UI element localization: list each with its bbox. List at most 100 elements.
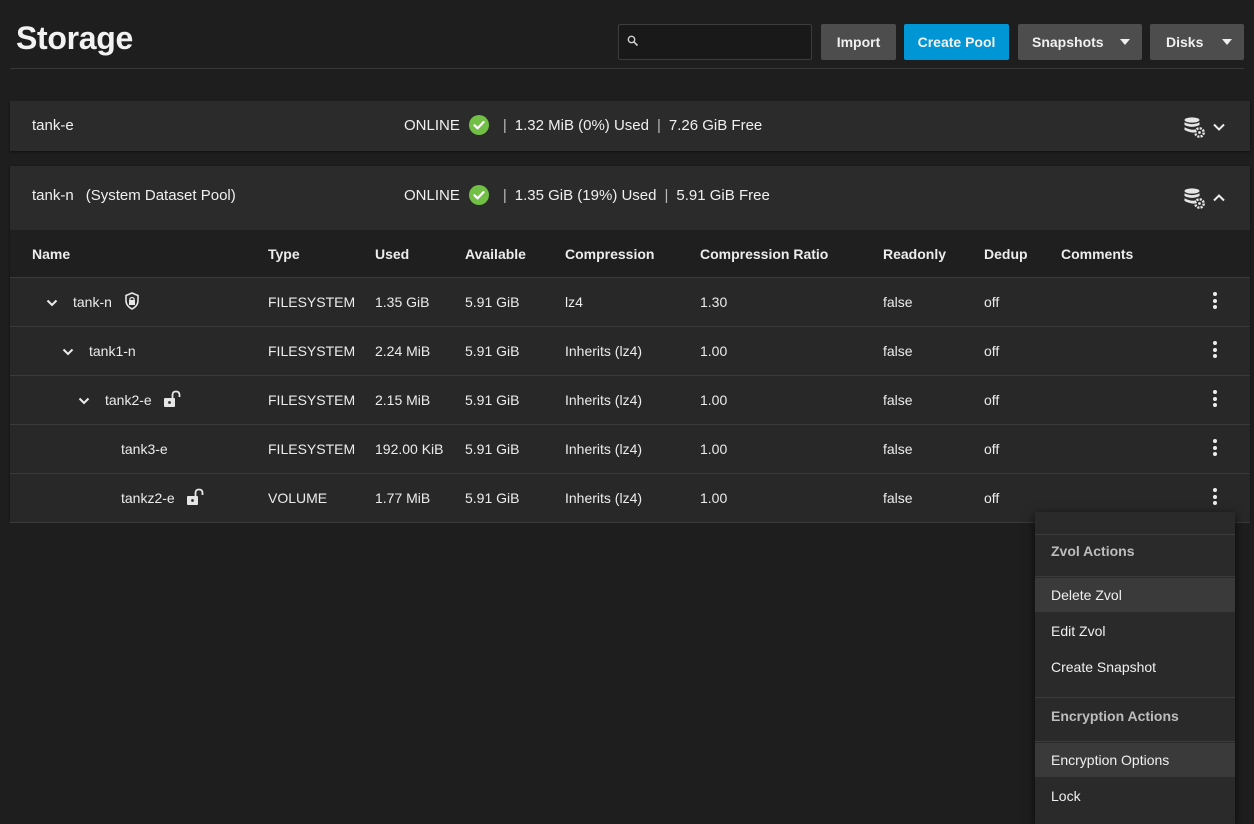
separator: | [664, 186, 669, 204]
more-vert-icon[interactable] [1208, 292, 1222, 312]
chevron-down-icon[interactable] [45, 296, 59, 310]
dataset-used: 2.15 MiB [375, 392, 431, 408]
pool-tools [1182, 186, 1228, 210]
pool-status: ONLINE | 1.32 MiB (0%) Used | 7.26 GiB F… [404, 115, 762, 135]
pool-name: tank-e [32, 117, 86, 134]
chevron-down-icon[interactable] [77, 394, 91, 408]
dataset-type: VOLUME [268, 490, 328, 506]
dataset-compression-ratio: 1.00 [700, 392, 728, 408]
table-row[interactable]: tank3-e FILESYSTEM 192.00 KiB 5.91 GiB I… [10, 425, 1250, 474]
create-pool-button-label: Create Pool [917, 34, 996, 50]
menu-item-create-snapshot[interactable]: Create Snapshot [1035, 650, 1235, 684]
pool-operations-gear-icon[interactable] [1182, 186, 1206, 210]
dataset-readonly: false [883, 294, 913, 310]
caret-down-icon [1222, 39, 1232, 45]
more-vert-icon[interactable] [1208, 341, 1222, 361]
pool-free: 5.91 GiB Free [676, 186, 770, 204]
column-header-comments[interactable]: Comments [1061, 246, 1133, 262]
table-row[interactable]: tank1-n FILESYSTEM 2.24 MiB 5.91 GiB Inh… [10, 327, 1250, 376]
unlocked-icon[interactable] [186, 488, 204, 506]
more-vert-icon[interactable] [1208, 439, 1222, 459]
dataset-available: 5.91 GiB [465, 294, 520, 310]
dataset-dedup: off [984, 343, 1000, 359]
menu-item-encryption-options[interactable]: Encryption Options [1035, 743, 1235, 777]
pool-free: 7.26 GiB Free [668, 116, 763, 134]
menu-divider [1035, 534, 1235, 535]
column-header-compression-ratio[interactable]: Compression Ratio [700, 246, 828, 262]
pool-name: tank-n (System Dataset Pool) [32, 187, 236, 204]
more-vert-icon[interactable] [1208, 488, 1222, 508]
snapshots-button-label: Snapshots [1032, 34, 1104, 50]
dataset-compression-ratio: 1.00 [700, 441, 728, 457]
snapshots-menu-button[interactable]: Snapshots [1018, 24, 1142, 60]
dataset-name: tankz2-e [121, 490, 175, 506]
dataset-used: 1.77 MiB [375, 490, 431, 506]
pool-subtitle: (System Dataset Pool) [85, 187, 236, 204]
pool-tools [1182, 115, 1228, 139]
more-vert-icon[interactable] [1208, 390, 1222, 410]
chevron-up-icon[interactable] [1210, 189, 1228, 207]
dataset-readonly: false [883, 441, 913, 457]
dataset-dedup: off [984, 441, 1000, 457]
column-header-name[interactable]: Name [32, 246, 70, 262]
table-row[interactable]: tank-n FILESYSTEM 1.35 GiB 5.91 GiB lz4 … [10, 278, 1250, 327]
pool-used: 1.32 MiB (0%) Used [514, 116, 649, 134]
pool-status-text: ONLINE [404, 116, 460, 134]
separator: | [502, 186, 507, 204]
menu-item-edit-zvol[interactable]: Edit Zvol [1035, 614, 1235, 648]
pool-used: 1.35 GiB (19%) Used [514, 186, 657, 204]
dataset-compression-ratio: 1.30 [700, 294, 728, 310]
dataset-readonly: false [883, 392, 913, 408]
unlocked-icon[interactable] [163, 390, 181, 408]
dataset-dedup: off [984, 392, 1000, 408]
dataset-compression: Inherits (lz4) [565, 490, 643, 506]
pool-name-text: tank-e [32, 117, 74, 134]
dataset-compression-ratio: 1.00 [700, 490, 728, 506]
caret-down-icon [1120, 39, 1130, 45]
search-icon [627, 35, 639, 47]
page-title: Storage [16, 20, 134, 56]
separator: | [656, 116, 661, 134]
dataset-compression: Inherits (lz4) [565, 343, 643, 359]
disks-menu-button[interactable]: Disks [1150, 24, 1244, 60]
dataset-compression: Inherits (lz4) [565, 441, 643, 457]
dataset-available: 5.91 GiB [465, 392, 520, 408]
create-pool-button[interactable]: Create Pool [904, 24, 1009, 60]
separator: | [502, 116, 507, 134]
column-header-compression[interactable]: Compression [565, 246, 654, 262]
import-button-label: Import [836, 34, 881, 50]
check-circle-icon [468, 115, 489, 135]
pool-operations-gear-icon[interactable] [1182, 115, 1206, 139]
search-field[interactable] [618, 24, 812, 61]
dataset-available: 5.91 GiB [465, 441, 520, 457]
menu-divider [1035, 697, 1235, 698]
dataset-name: tank1-n [89, 343, 136, 359]
column-header-dedup[interactable]: Dedup [984, 246, 1028, 262]
chevron-down-icon[interactable] [1210, 118, 1228, 136]
column-header-type[interactable]: Type [268, 246, 300, 262]
column-header-used[interactable]: Used [375, 246, 409, 262]
lock-shield-icon[interactable] [125, 292, 139, 310]
column-header-readonly[interactable]: Readonly [883, 246, 946, 262]
dataset-type: FILESYSTEM [268, 392, 356, 408]
dataset-table: Name Type Used Available Compression Com… [10, 230, 1250, 523]
menu-item-lock[interactable]: Lock [1035, 779, 1235, 813]
menu-divider [1035, 741, 1235, 742]
chevron-down-icon[interactable] [61, 345, 75, 359]
menu-item-delete-zvol[interactable]: Delete Zvol [1035, 578, 1235, 612]
search-input[interactable] [645, 25, 809, 61]
pool-header[interactable]: tank-n (System Dataset Pool) ONLINE | 1.3… [10, 166, 1250, 228]
disks-button-label: Disks [1166, 34, 1204, 50]
dataset-available: 5.91 GiB [465, 343, 520, 359]
dataset-available: 5.91 GiB [465, 490, 520, 506]
dataset-type: FILESYSTEM [268, 343, 356, 359]
menu-group-encryption-actions: Encryption Actions [1051, 708, 1179, 724]
column-header-available[interactable]: Available [465, 246, 526, 262]
dataset-compression-ratio: 1.00 [700, 343, 728, 359]
dataset-dedup: off [984, 294, 1000, 310]
pool-header[interactable]: tank-e ONLINE | 1.32 MiB (0%) Used | 7.2… [10, 101, 1250, 151]
dataset-name: tank3-e [121, 441, 168, 457]
import-button[interactable]: Import [821, 24, 896, 60]
table-row[interactable]: tank2-e FILESYSTEM 2.15 MiB 5.91 GiB Inh… [10, 376, 1250, 425]
dataset-used: 192.00 KiB [375, 441, 444, 457]
